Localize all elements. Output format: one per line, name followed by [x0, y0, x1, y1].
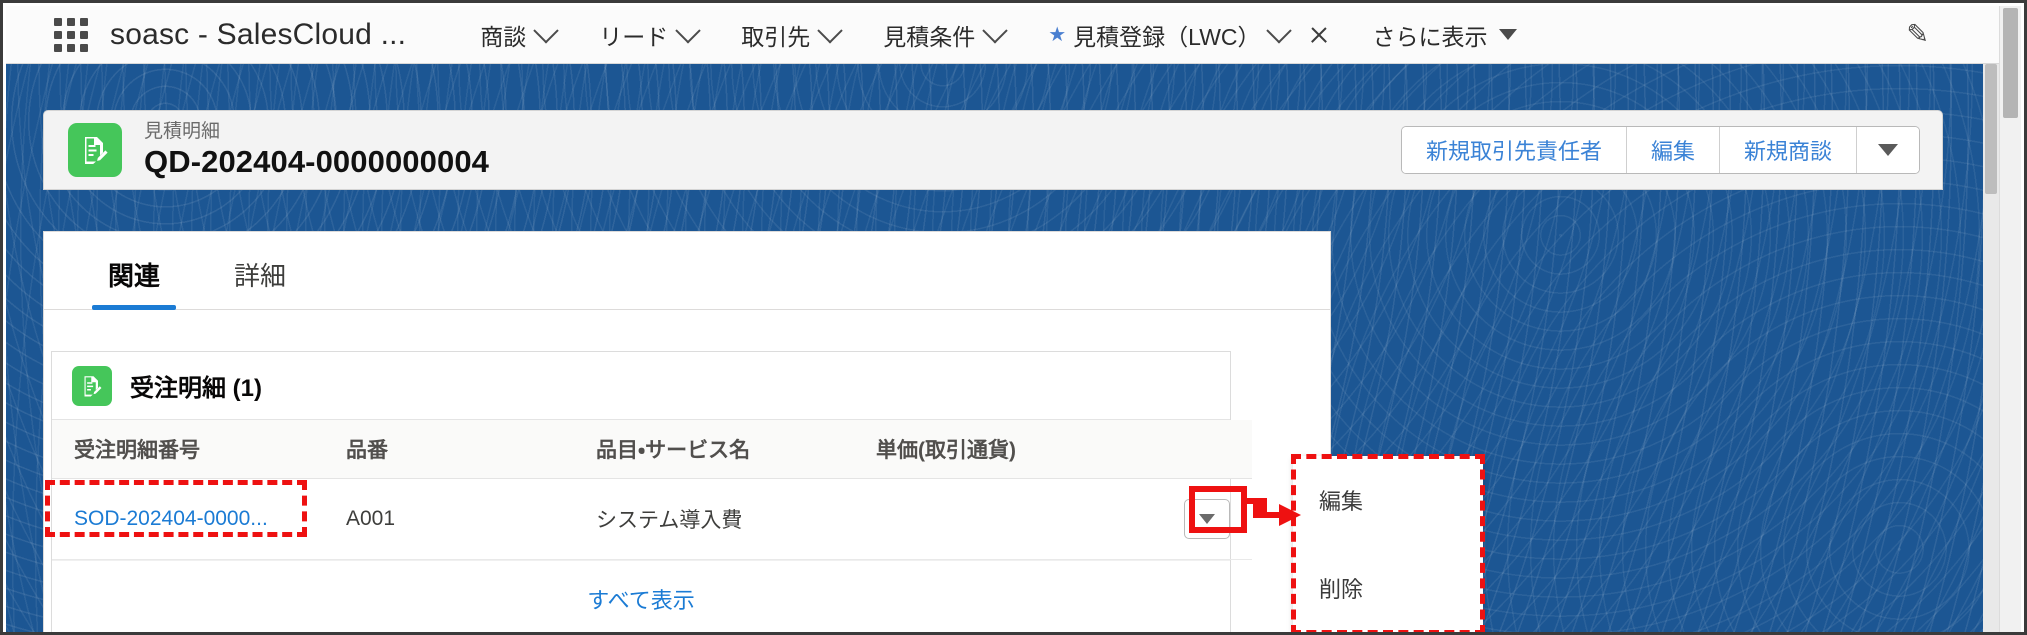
related-list-title: 受注明細 (1) — [130, 375, 262, 402]
close-icon[interactable] — [1309, 25, 1329, 45]
nav-item-leads[interactable]: リード — [577, 7, 719, 63]
order-detail-green-icon — [72, 365, 112, 406]
page-title: QD-202404-0000000004 — [144, 144, 489, 180]
nav-item-opportunities[interactable]: 商談 — [458, 7, 577, 63]
inner-scrollbar-thumb[interactable] — [1985, 64, 1997, 194]
row-actions-menu: 編集 削除 — [1293, 456, 1483, 632]
window-scrollbar-thumb[interactable] — [2003, 8, 2018, 118]
quote-detail-green-icon — [68, 123, 122, 177]
related-list-table: 受注明細番号 品番 品目・サービス名 単価(取引通貨) SOD-202404-0… — [52, 420, 1252, 560]
nav-item-label: 取引先 — [741, 23, 811, 50]
table-header-row: 受注明細番号 品番 品目・サービス名 単価(取引通貨) — [52, 420, 1252, 479]
column-header-unit-price[interactable]: 単価(取引通貨) — [876, 420, 1176, 479]
cell-item-name: システム導入費 — [596, 478, 876, 560]
row-actions-dropdown-button[interactable] — [1184, 499, 1230, 539]
more-actions-button[interactable] — [1857, 127, 1919, 173]
record-object-label: 見積明細 — [144, 121, 221, 143]
show-all-link[interactable]: すべて表示 — [52, 560, 1230, 632]
new-opportunity-button[interactable]: 新規商談 — [1719, 127, 1857, 173]
caret-down-icon — [1199, 514, 1215, 524]
chevron-down-icon[interactable] — [675, 17, 701, 43]
chevron-down-icon[interactable] — [533, 17, 559, 43]
nav-more-label: さらに表示 — [1372, 23, 1488, 50]
cell-unit-price — [876, 478, 1176, 560]
nav-item-quote-terms[interactable]: 見積条件 — [861, 7, 1026, 63]
column-header-part-number[interactable]: 品番 — [346, 420, 596, 479]
screenshot-root: soasc - SalesCloud ... 商談 リード 取引先 見積条件 ★… — [0, 0, 2027, 635]
edit-button[interactable]: 編集 — [1626, 127, 1720, 173]
caret-down-icon[interactable] — [1498, 29, 1517, 40]
nav-item-label: 見積条件 — [883, 23, 976, 50]
primary-navigation: 商談 リード 取引先 見積条件 ★ 見積登録（LWC） さらに表示 — [458, 7, 1538, 63]
window-scrollbar-track[interactable] — [1999, 6, 2021, 632]
cell-row-actions — [1176, 478, 1252, 560]
record-tabs: 関連 詳細 — [44, 232, 1330, 310]
app-launcher-grid-icon[interactable] — [54, 17, 88, 52]
cell-part-number: A001 — [346, 478, 596, 560]
unsaved-changes-star-icon: ★ — [1048, 23, 1067, 46]
column-header-order-detail-number[interactable]: 受注明細番号 — [52, 420, 346, 479]
tab-related[interactable]: 関連 — [92, 256, 177, 310]
pencil-icon[interactable]: ✎ — [1906, 19, 1929, 50]
column-header-row-actions — [1176, 420, 1252, 479]
nav-item-label: リード — [599, 23, 669, 50]
nav-more-menu[interactable]: さらに表示 — [1351, 7, 1539, 63]
chevron-down-icon[interactable] — [1265, 17, 1292, 43]
column-header-item-name[interactable]: 品目・サービス名 — [596, 420, 876, 479]
related-list-card: 受注明細 (1) 受注明細番号 品番 品目・サービス名 単価(取引通貨) SOD… — [51, 351, 1252, 632]
nav-item-label: 商談 — [480, 23, 527, 50]
table-row: SOD-202404-0000... A001 システム導入費 — [52, 478, 1252, 560]
new-contact-button[interactable]: 新規取引先責任者 — [1401, 127, 1627, 173]
nav-item-accounts[interactable]: 取引先 — [719, 7, 861, 63]
menu-item-delete[interactable]: 削除 — [1293, 544, 1483, 632]
inner-scrollbar-track[interactable] — [1983, 64, 1999, 632]
order-detail-number-link[interactable]: SOD-202404-0000... — [74, 507, 268, 530]
tab-details[interactable]: 詳細 — [218, 256, 302, 309]
chevron-down-icon[interactable] — [982, 17, 1008, 43]
cell-order-detail-number: SOD-202404-0000... — [52, 478, 346, 560]
menu-item-edit[interactable]: 編集 — [1293, 456, 1483, 544]
caret-down-icon — [1878, 144, 1898, 156]
nav-item-label: 見積登録（LWC） — [1073, 23, 1261, 50]
nav-item-quote-registration-lwc[interactable]: ★ 見積登録（LWC） — [1026, 7, 1350, 63]
app-title: soasc - SalesCloud ... — [110, 17, 407, 51]
related-list-header: 受注明細 (1) — [52, 352, 1230, 420]
record-header: 見積明細 QD-202404-0000000004 新規取引先責任者 編集 新規… — [43, 110, 1943, 190]
chevron-down-icon[interactable] — [817, 17, 843, 43]
record-action-buttons: 新規取引先責任者 編集 新規商談 — [1400, 126, 1920, 174]
record-title-block: 見積明細 QD-202404-0000000004 — [144, 120, 489, 179]
app-header-bar: soasc - SalesCloud ... 商談 リード 取引先 見積条件 ★… — [6, 6, 1999, 64]
